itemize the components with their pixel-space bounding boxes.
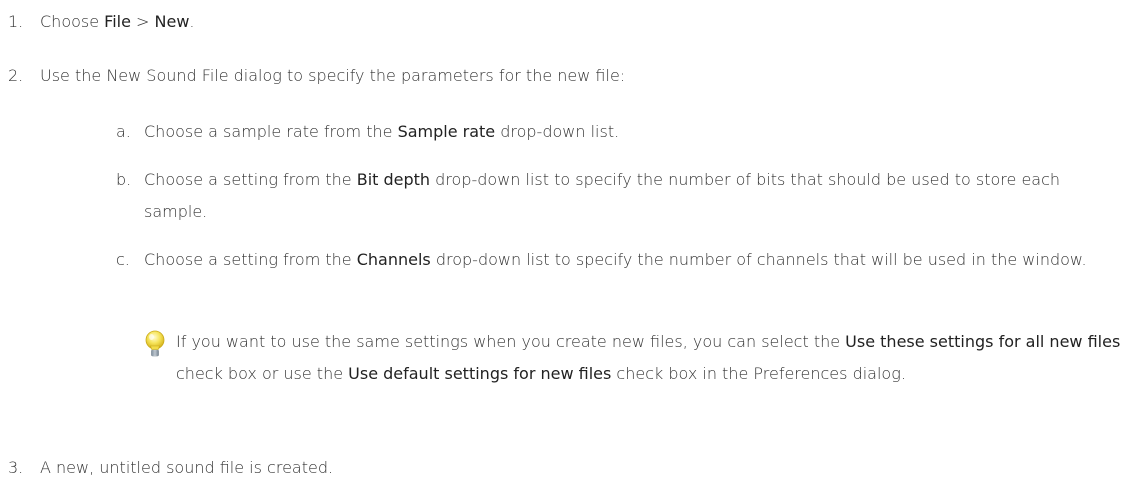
step-3: 3. A new, untitled sound file is created. <box>8 458 1118 478</box>
tip-text-pre: If you want to use the same settings whe… <box>176 332 846 351</box>
step-text: Use the New Sound File dialog to specify… <box>40 66 626 85</box>
substep-text-pre: Choose a sample rate from the <box>144 122 398 141</box>
tip-text-post: check box in the Preferences dialog. <box>611 364 906 383</box>
substep-b: b. Choose a setting from the Bit depth d… <box>116 164 1126 228</box>
tip-text-mid: check box or use the <box>176 364 349 383</box>
substep-letter: a. <box>116 122 131 141</box>
ui-bit-depth: Bit depth <box>356 170 431 189</box>
ui-channels: Channels <box>356 250 431 269</box>
substep-text-post: drop-down list. <box>495 122 620 141</box>
substep-text-pre: Choose a setting from the <box>144 170 357 189</box>
ui-use-these-settings: Use these settings for all new files <box>845 332 1121 351</box>
step-text-end: . <box>189 12 195 31</box>
step-number: 1. <box>8 12 24 31</box>
substep-letter: c. <box>116 250 130 269</box>
step-1: 1. Choose File > New. <box>8 12 1118 32</box>
substep-text: Choose a sample rate from the Sample rat… <box>144 116 1126 148</box>
step-2: 2. Use the New Sound File dialog to speci… <box>8 66 1118 86</box>
step-number: 2. <box>8 66 24 85</box>
step-text: A new, untitled sound file is created. <box>40 458 334 477</box>
menu-separator: > <box>130 12 155 31</box>
substep-text: Choose a setting from the Channels drop-… <box>144 244 1126 276</box>
ui-use-default-settings: Use default settings for new files <box>348 364 612 383</box>
menu-file: File <box>104 12 131 31</box>
step-text: Choose <box>40 12 105 31</box>
step-number: 3. <box>8 458 24 477</box>
tip-note: If you want to use the same settings whe… <box>141 326 1126 390</box>
substep-text-pre: Choose a setting from the <box>144 250 357 269</box>
ui-sample-rate: Sample rate <box>397 122 496 141</box>
substep-a: a. Choose a sample rate from the Sample … <box>116 116 1126 148</box>
tip-text: If you want to use the same settings whe… <box>176 326 1126 390</box>
substep-text-post: drop-down list to specify the number of … <box>430 250 1087 269</box>
lightbulb-icon <box>145 330 165 357</box>
substep-c: c. Choose a setting from the Channels dr… <box>116 244 1126 276</box>
substep-text: Choose a setting from the Bit depth drop… <box>144 164 1126 228</box>
menu-new: New <box>154 12 190 31</box>
substep-letter: b. <box>116 170 132 189</box>
